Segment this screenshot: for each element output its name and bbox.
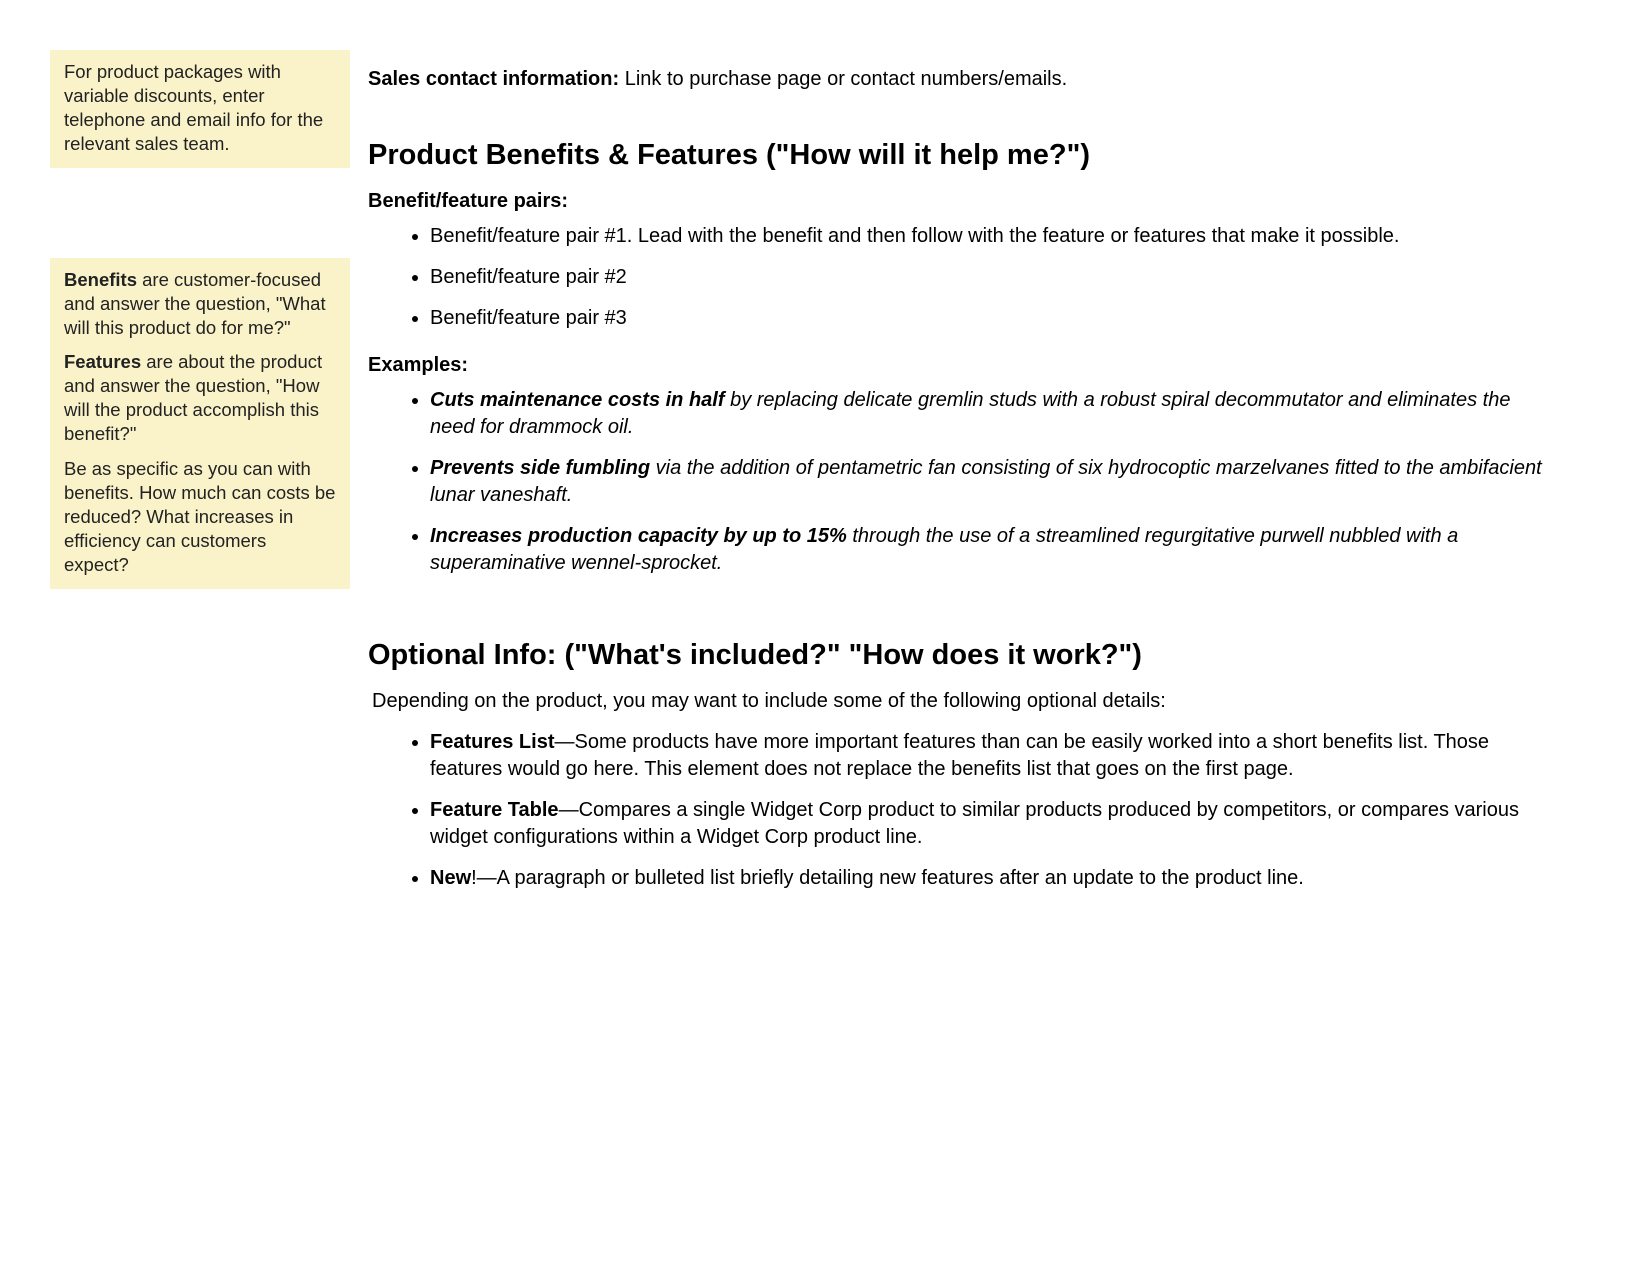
optional-rest: —Compares a single Widget Corp product t… — [430, 799, 1519, 848]
optional-lead: Features List — [430, 731, 554, 753]
sidebar-note-benefits-features: Benefits are customer-focused and answer… — [50, 258, 350, 589]
optional-list: Features List—Some products have more im… — [368, 729, 1591, 892]
note-paragraph: Benefits are customer-focused and answer… — [64, 268, 336, 340]
list-item: Benefit/feature pair #1. Lead with the b… — [430, 223, 1591, 250]
examples-label: Examples: — [368, 354, 1591, 377]
list-item: Features List—Some products have more im… — [430, 729, 1591, 783]
examples-list: Cuts maintenance costs in half by replac… — [368, 387, 1591, 577]
list-item: Prevents side fumbling via the addition … — [430, 455, 1591, 509]
pairs-label: Benefit/feature pairs: — [368, 190, 1591, 213]
optional-lead: Feature Table — [430, 799, 559, 821]
optional-heading: Optional Info: ("What's included?" "How … — [368, 639, 1591, 672]
contact-label: Sales contact information: — [368, 68, 619, 90]
list-item: New!—A paragraph or bulleted list briefl… — [430, 865, 1591, 892]
example-lead: Cuts maintenance costs in half — [430, 389, 725, 411]
document-page: For product packages with variable disco… — [0, 0, 1651, 974]
note-text: For product packages with variable disco… — [64, 60, 336, 156]
list-item: Feature Table—Compares a single Widget C… — [430, 797, 1591, 851]
list-item: Benefit/feature pair #2 — [430, 264, 1591, 291]
list-item: Cuts maintenance costs in half by replac… — [430, 387, 1591, 441]
benefit-pairs-list: Benefit/feature pair #1. Lead with the b… — [368, 223, 1591, 332]
sales-contact-line: Sales contact information: Link to purch… — [368, 68, 1591, 91]
sidebar-note-discounts: For product packages with variable disco… — [50, 50, 350, 168]
bold-term: Features — [64, 351, 141, 372]
example-lead: Increases production capacity by up to 1… — [430, 525, 847, 547]
note-paragraph: Be as specific as you can with benefits.… — [64, 457, 336, 577]
list-item: Increases production capacity by up to 1… — [430, 523, 1591, 577]
contact-text: Link to purchase page or contact numbers… — [619, 68, 1067, 90]
example-lead: Prevents side fumbling — [430, 457, 650, 479]
note-paragraph: Features are about the product and answe… — [64, 350, 336, 446]
optional-intro: Depending on the product, you may want t… — [372, 690, 1591, 713]
bold-term: Benefits — [64, 269, 137, 290]
optional-lead: New — [430, 867, 471, 889]
optional-rest: —Some products have more important featu… — [430, 731, 1489, 780]
sidebar: For product packages with variable disco… — [50, 50, 350, 589]
main-content: Sales contact information: Link to purch… — [368, 50, 1591, 914]
benefits-heading: Product Benefits & Features ("How will i… — [368, 139, 1591, 172]
optional-rest: !—A paragraph or bulleted list briefly d… — [471, 867, 1304, 889]
list-item: Benefit/feature pair #3 — [430, 305, 1591, 332]
